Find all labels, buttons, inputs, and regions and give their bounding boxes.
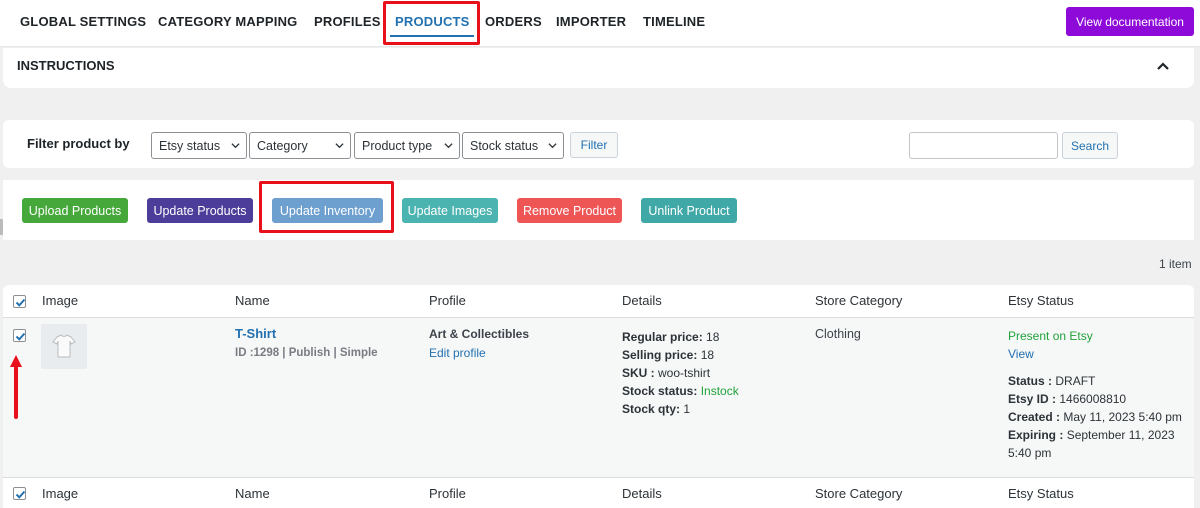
- selling-price-label: Selling price:: [622, 348, 698, 362]
- store-category-value: Clothing: [815, 327, 861, 341]
- filter-label: Filter product by: [27, 136, 130, 151]
- stock-status-value: Instock: [700, 384, 739, 398]
- product-thumbnail[interactable]: [41, 324, 87, 369]
- column-footer-store-category[interactable]: Store Category: [815, 486, 902, 501]
- etsy-present-status: Present on Etsy: [1008, 329, 1093, 343]
- search-input[interactable]: [909, 132, 1058, 159]
- column-footer-details[interactable]: Details: [622, 486, 662, 501]
- update-images-button[interactable]: Update Images: [402, 198, 498, 223]
- tab-importer[interactable]: IMPORTER: [556, 14, 626, 29]
- update-inventory-button[interactable]: Update Inventory: [272, 198, 383, 223]
- created-value: May 11, 2023 5:40 pm: [1063, 410, 1182, 424]
- tab-profiles[interactable]: PROFILES: [314, 14, 381, 29]
- chevron-down-icon: [335, 143, 344, 149]
- product-type-select-value: Product type: [362, 139, 433, 153]
- instructions-title: INSTRUCTIONS: [17, 58, 115, 73]
- edge-marker: [0, 219, 3, 235]
- expiring-label: Expiring :: [1008, 428, 1064, 442]
- top-navigation: GLOBAL SETTINGS CATEGORY MAPPING PROFILE…: [0, 0, 1200, 47]
- chevron-down-icon: [548, 143, 557, 149]
- chevron-up-icon[interactable]: [1154, 58, 1172, 76]
- table-row: T-Shirt ID :1298 | Publish | Simple Art …: [3, 318, 1194, 477]
- remove-product-button[interactable]: Remove Product: [517, 198, 622, 223]
- etsy-status-select[interactable]: Etsy status: [151, 132, 247, 159]
- tab-global-settings[interactable]: GLOBAL SETTINGS: [20, 14, 146, 29]
- stock-qty-label: Stock qty:: [622, 402, 681, 416]
- instructions-panel[interactable]: INSTRUCTIONS: [3, 48, 1194, 88]
- column-header-details[interactable]: Details: [622, 293, 662, 308]
- tshirt-icon: [52, 334, 76, 358]
- product-meta: ID :1298 | Publish | Simple: [235, 347, 378, 359]
- column-footer-profile[interactable]: Profile: [429, 486, 466, 501]
- row-checkbox[interactable]: [13, 329, 26, 342]
- etsy-status-cell: Present on Etsy View Status : DRAFT Etsy…: [1008, 327, 1188, 462]
- active-tab-indicator: [390, 35, 474, 37]
- red-arrow-annotation: [10, 355, 22, 419]
- created-label: Created :: [1008, 410, 1061, 424]
- stock-status-select-value: Stock status: [470, 139, 539, 153]
- column-footer-name[interactable]: Name: [235, 486, 270, 501]
- category-select[interactable]: Category: [249, 132, 351, 159]
- sku-value: woo-tshirt: [658, 366, 711, 380]
- upload-products-button[interactable]: Upload Products: [22, 198, 128, 223]
- product-type-select[interactable]: Product type: [354, 132, 460, 159]
- unlink-product-button[interactable]: Unlink Product: [641, 198, 737, 223]
- etsy-status-select-value: Etsy status: [159, 139, 221, 153]
- update-products-button[interactable]: Update Products: [147, 198, 253, 223]
- category-select-value: Category: [257, 139, 308, 153]
- etsy-view-link[interactable]: View: [1008, 345, 1188, 363]
- stock-status-label: Stock status:: [622, 384, 698, 398]
- etsy-status-label: Status :: [1008, 374, 1053, 388]
- item-count: 1 item: [1159, 257, 1192, 271]
- column-header-profile[interactable]: Profile: [429, 293, 466, 308]
- column-header-name[interactable]: Name: [235, 293, 270, 308]
- product-details: Regular price: 18 Selling price: 18 SKU …: [622, 328, 739, 418]
- tab-orders[interactable]: ORDERS: [485, 14, 542, 29]
- filter-button[interactable]: Filter: [570, 132, 618, 158]
- column-footer-etsy-status[interactable]: Etsy Status: [1008, 486, 1074, 501]
- table-footer-header: Image Name Profile Details Store Categor…: [3, 477, 1194, 508]
- regular-price-value: 18: [706, 330, 720, 344]
- selling-price-value: 18: [700, 348, 715, 362]
- tab-category-mapping[interactable]: CATEGORY MAPPING: [158, 14, 297, 29]
- check-icon: [15, 490, 26, 499]
- edit-profile-link[interactable]: Edit profile: [429, 346, 486, 360]
- check-icon: [15, 298, 26, 307]
- stock-status-select[interactable]: Stock status: [462, 132, 564, 159]
- column-header-store-category[interactable]: Store Category: [815, 293, 902, 308]
- column-header-image[interactable]: Image: [42, 293, 78, 308]
- sku-label: SKU :: [622, 366, 655, 380]
- filter-bar: Filter product by Etsy status Category P…: [3, 120, 1194, 168]
- regular-price-label: Regular price:: [622, 330, 703, 344]
- etsy-id-value: 1466008810: [1059, 392, 1127, 406]
- column-header-etsy-status[interactable]: Etsy Status: [1008, 293, 1074, 308]
- product-name-link[interactable]: T-Shirt: [235, 326, 276, 341]
- chevron-down-icon: [231, 143, 240, 149]
- select-all-checkbox[interactable]: [13, 295, 26, 308]
- etsy-id-label: Etsy ID :: [1008, 392, 1057, 406]
- tab-timeline[interactable]: TIMELINE: [643, 14, 705, 29]
- select-all-checkbox-footer[interactable]: [13, 487, 26, 500]
- tab-products[interactable]: PRODUCTS: [395, 14, 470, 29]
- stock-qty-value: 1: [683, 402, 691, 416]
- search-button[interactable]: Search: [1062, 132, 1118, 159]
- chevron-down-icon: [444, 143, 453, 149]
- etsy-status-value: DRAFT: [1055, 374, 1096, 388]
- column-footer-image[interactable]: Image: [42, 486, 78, 501]
- profile-name: Art & Collectibles: [429, 327, 530, 341]
- bulk-actions-bar: Upload Products Update Products Update I…: [3, 180, 1194, 240]
- check-icon: [15, 332, 26, 341]
- table-header: Image Name Profile Details Store Categor…: [3, 285, 1194, 318]
- view-documentation-button[interactable]: View documentation: [1066, 7, 1194, 36]
